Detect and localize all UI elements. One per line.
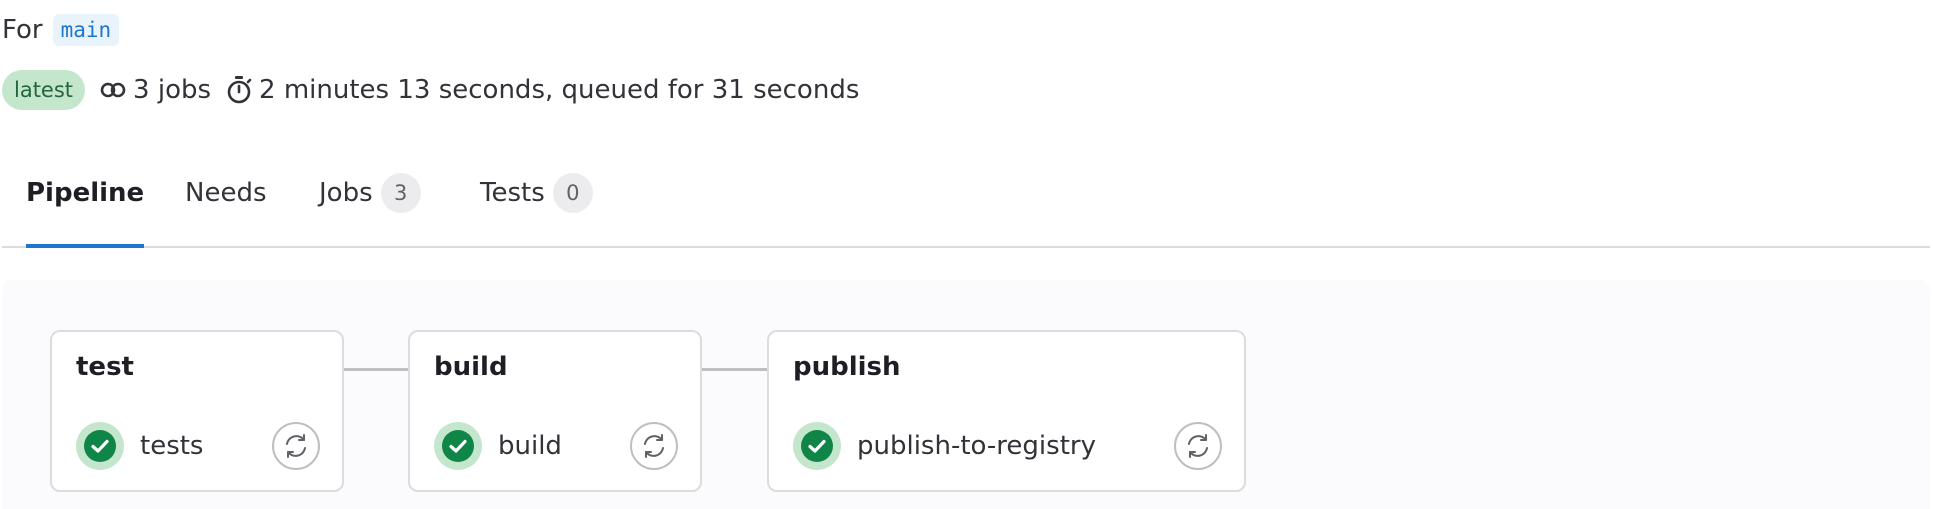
stage-connector <box>343 368 410 371</box>
job-build[interactable]: build <box>434 422 678 470</box>
job-name: tests <box>140 431 204 461</box>
job-name: publish-to-registry <box>857 431 1096 461</box>
retry-button[interactable] <box>630 422 678 470</box>
success-check-icon <box>793 422 841 470</box>
for-label: For <box>2 15 43 45</box>
ref-line: For main <box>2 12 120 48</box>
tab-tests[interactable]: Tests 0 <box>480 140 593 246</box>
retry-button[interactable] <box>272 422 320 470</box>
tab-tests-label: Tests <box>480 178 545 208</box>
latest-badge: latest <box>2 70 86 110</box>
pipeline-jobs-icon <box>100 82 126 98</box>
tests-count-badge: 0 <box>552 173 593 213</box>
duration-text: 2 minutes 13 seconds, queued for 31 seco… <box>259 75 860 105</box>
job-tests[interactable]: tests <box>76 422 320 470</box>
job-publish-to-registry[interactable]: publish-to-registry <box>793 422 1222 470</box>
branch-link[interactable]: main <box>52 14 120 46</box>
tab-jobs[interactable]: Jobs 3 <box>319 140 421 246</box>
tab-jobs-label: Jobs <box>319 178 373 208</box>
duration: 2 minutes 13 seconds, queued for 31 seco… <box>225 75 859 105</box>
job-name: build <box>498 431 562 461</box>
jobs-count: 3 jobs <box>99 75 211 105</box>
stage-title: test <box>76 352 134 382</box>
retry-icon <box>1188 434 1208 458</box>
success-check-icon <box>434 422 482 470</box>
retry-icon <box>286 434 306 458</box>
retry-icon <box>644 434 664 458</box>
tab-needs[interactable]: Needs <box>185 140 267 246</box>
stage-build: build build <box>408 330 702 492</box>
jobs-count-text: 3 jobs <box>133 75 212 105</box>
stage-title: publish <box>793 352 901 382</box>
pipeline-tabs: Pipeline Needs Jobs 3 Tests 0 <box>2 140 1930 248</box>
tab-pipeline-label: Pipeline <box>26 178 145 208</box>
stage-test: test tests <box>50 330 344 492</box>
tab-needs-label: Needs <box>185 178 267 208</box>
retry-button[interactable] <box>1174 422 1222 470</box>
success-check-icon <box>76 422 124 470</box>
timer-icon <box>227 76 252 104</box>
tab-pipeline[interactable]: Pipeline <box>26 140 145 248</box>
stage-publish: publish publish-to-registry <box>767 330 1246 492</box>
stage-title: build <box>434 352 508 382</box>
pipeline-meta: latest 3 jobs 2 minutes 13 seconds, queu… <box>2 70 859 110</box>
stage-connector <box>701 368 769 371</box>
jobs-count-badge: 3 <box>380 173 421 213</box>
